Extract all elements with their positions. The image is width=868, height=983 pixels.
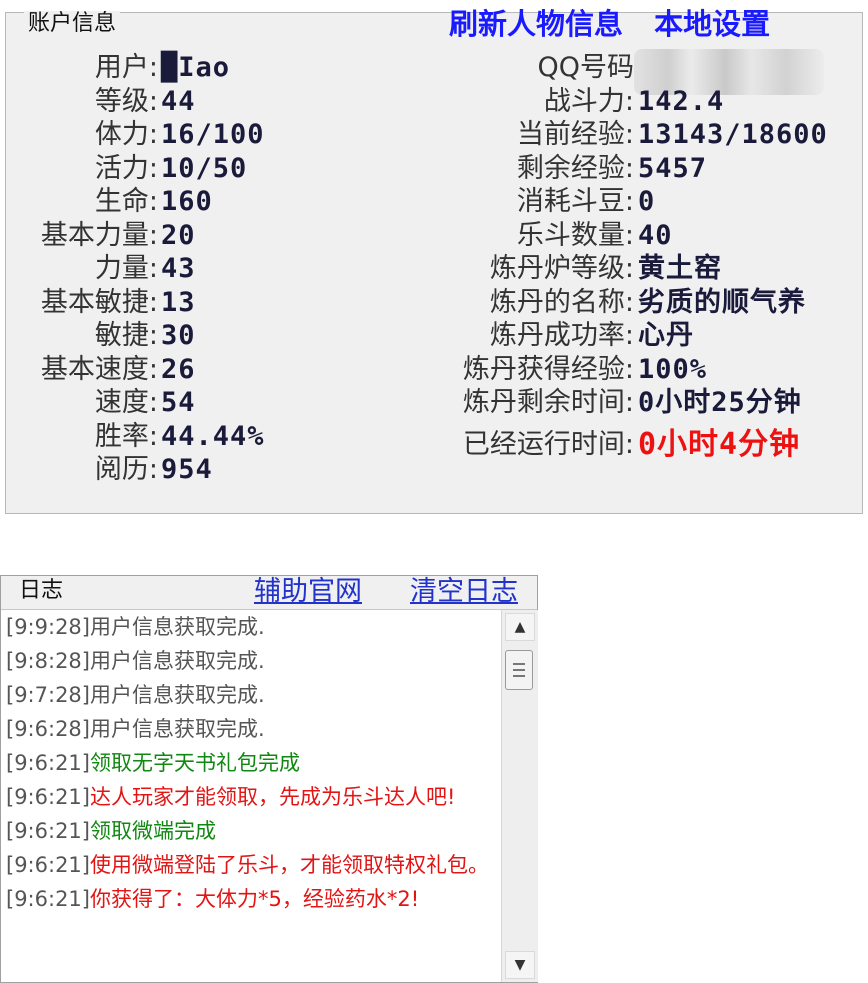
grip-line [513,663,525,665]
stat-label: 当前经验: [516,119,634,150]
stat-value: 40 [638,219,673,251]
log-message: 你获得了：大体力*5，经验药水*2! [89,887,420,911]
log-timestamp: [9:8:28] [6,649,90,673]
stat-label: 炼丹炉等级: [489,253,634,284]
stat-value: 劣质的顺气养 [638,286,806,318]
log-message: 用户信息获取完成. [89,683,265,707]
stat-label: 消耗斗豆: [516,186,634,217]
stat-value: 心丹 [638,320,694,351]
account-actions: 刷新人物信息 本地设置 [449,1,796,43]
log-entry: [9:6:21]领取无字天书礼包完成 [1,746,496,780]
stat-label: 乐斗数量: [516,219,634,251]
log-entry: [9:6:21]达人玩家才能领取，先成为乐斗达人吧! [1,780,496,814]
log-timestamp: [9:6:21] [6,819,90,843]
log-entry: [9:6:21]你获得了：大体力*5，经验药水*2! [1,882,496,916]
log-timestamp: [9:6:28] [6,717,90,741]
log-scrollbar[interactable]: ▲ ▼ [501,610,538,982]
account-info-group: 账户信息 刷新人物信息 本地设置 用户: █Iao 等级: 44 体力: 16/100 活力… [5,7,863,514]
log-entry: [9:6:21]使用微端登陆了乐斗，才能领取特权礼包。 [1,848,496,882]
log-message: 用户信息获取完成. [89,615,265,639]
log-timestamp: [9:9:28] [6,615,90,639]
local-settings-link[interactable]: 本地设置 [654,7,770,41]
stat-label: 炼丹的名称: [489,286,634,318]
stat-value: 0小时25分钟 [638,387,802,418]
stat-label: QQ号码 [537,52,634,83]
official-site-link[interactable]: 辅助官网 [254,576,362,608]
log-message: 领取微端完成 [89,819,216,843]
log-message: 用户信息获取完成. [89,717,265,741]
stat-value: 142.4 [638,85,725,117]
log-timestamp: [9:6:21] [6,887,90,911]
stat-value: 黄土窑 [638,253,722,284]
stat-value: 0 [638,186,656,217]
stat-label: 炼丹剩余时间: [462,387,634,418]
refresh-character-info-link[interactable]: 刷新人物信息 [449,7,623,41]
log-timestamp: [9:7:28] [6,683,90,707]
log-list[interactable]: [9:9:28]用户信息获取完成. [9:8:28]用户信息获取完成. [9:7:2… [1,610,501,982]
stat-value: 0小时4分钟 [638,426,801,462]
log-timestamp: [9:6:21] [6,853,90,877]
stat-label: 炼丹成功率: [489,320,634,351]
log-entry: [9:6:28]用户信息获取完成. [1,712,496,746]
log-entry: [9:9:28]用户信息获取完成. [1,610,496,644]
log-title: 日志 [19,578,64,603]
log-message: 达人玩家才能领取，先成为乐斗达人吧! [89,785,456,809]
stat-label: 剩余经验: [516,152,634,184]
stat-label: 已经运行时间: [462,428,634,460]
stat-label: 战斗力: [543,85,634,117]
grip-line [513,675,525,677]
stat-value: 100% [638,353,708,385]
log-timestamp: [9:6:21] [6,785,90,809]
log-message: 用户信息获取完成. [89,649,265,673]
log-message: 领取无字天书礼包完成 [89,751,300,775]
account-info-title: 账户信息 [24,11,121,37]
log-entry: [9:7:28]用户信息获取完成. [1,678,496,712]
scroll-down-button[interactable]: ▼ [505,951,535,979]
scroll-up-button[interactable]: ▲ [505,613,535,641]
log-message: 使用微端登陆了乐斗，才能领取特权礼包。 [89,853,489,877]
stat-value: 5457 [638,152,708,184]
scroll-thumb[interactable] [505,650,533,690]
stat-label: 炼丹获得经验: [462,353,634,385]
stat-value: 13143/18600 [638,119,828,150]
log-entry: [9:6:21]领取微端完成 [1,814,496,848]
log-entry: [9:8:28]用户信息获取完成. [1,644,496,678]
log-group: 日志 辅助官网 清空日志 [9:9:28]用户信息获取完成. [9:8:28]用户… [0,575,538,983]
grip-line [513,669,525,671]
log-header: 日志 辅助官网 清空日志 [1,576,537,610]
clear-log-link[interactable]: 清空日志 [410,576,518,608]
log-timestamp: [9:6:21] [6,751,90,775]
